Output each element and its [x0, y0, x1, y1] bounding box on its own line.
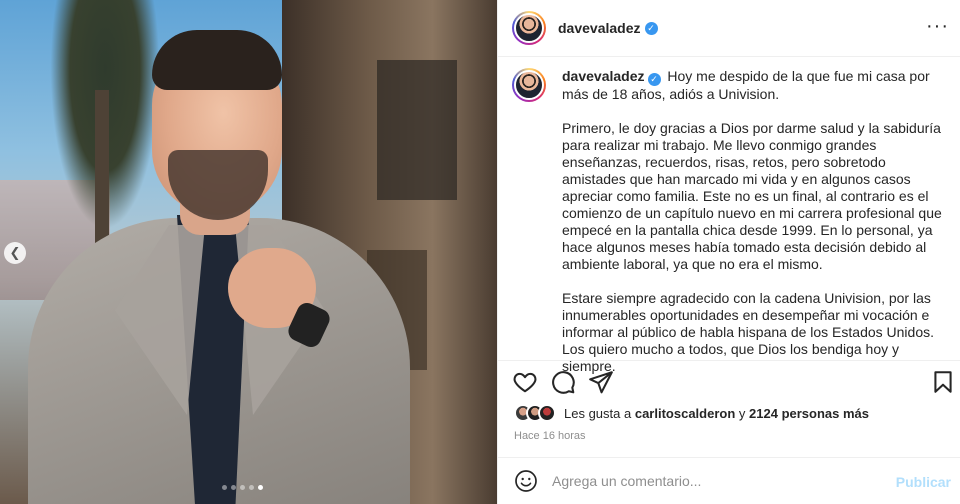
likes-summary[interactable]: Les gusta a carlitoscalderon y 2124 pers…: [514, 404, 869, 422]
comment-input[interactable]: [552, 473, 882, 489]
hair: [152, 30, 282, 90]
post-details-panel: davevaladez ✓ ··· davevaladez ✓ Hoy me de…: [497, 0, 960, 504]
liker-avatars: [514, 404, 556, 422]
caption-username-link[interactable]: davevaladez: [562, 68, 645, 84]
caption-text: davevaladez ✓ Hoy me despido de la que fu…: [562, 68, 952, 374]
verified-badge-icon: ✓: [647, 73, 661, 86]
background-window: [377, 60, 457, 200]
post-timestamp[interactable]: Hace 16 horas: [514, 430, 586, 442]
avatar[interactable]: [512, 68, 546, 102]
emoji-icon[interactable]: [514, 469, 538, 493]
carousel-dot: [231, 485, 236, 490]
username-link[interactable]: davevaladez: [558, 20, 641, 36]
carousel-dot-active: [258, 485, 263, 490]
comment-icon[interactable]: [550, 369, 576, 395]
liker-username-link[interactable]: carlitoscalderon: [635, 406, 735, 421]
carousel-dot: [240, 485, 245, 490]
carousel-dots: [222, 485, 263, 490]
more-options-icon[interactable]: ···: [926, 16, 949, 36]
carousel-dot: [222, 485, 227, 490]
chevron-left-icon[interactable]: ❮: [4, 242, 26, 264]
verified-badge-icon: ✓: [644, 21, 658, 35]
avatar[interactable]: [512, 11, 546, 45]
publish-button[interactable]: Publicar: [896, 474, 951, 490]
post-image[interactable]: ❮: [0, 0, 497, 504]
share-icon[interactable]: [588, 369, 614, 395]
comment-bar: Publicar: [498, 457, 960, 504]
likes-connector: y: [738, 405, 746, 421]
caption-paragraph: Primero, le doy gracias a Dios por darme…: [562, 120, 942, 272]
action-bar: [498, 360, 960, 404]
likes-prefix: Les gusta a: [564, 405, 632, 421]
bookmark-icon[interactable]: [930, 369, 956, 395]
carousel-dot: [249, 485, 254, 490]
heart-icon[interactable]: [512, 369, 538, 395]
post-header: davevaladez ✓ ···: [498, 0, 960, 57]
caption: davevaladez ✓ Hoy me despido de la que fu…: [512, 68, 952, 374]
likes-count-link[interactable]: 2124 personas más: [749, 406, 869, 421]
